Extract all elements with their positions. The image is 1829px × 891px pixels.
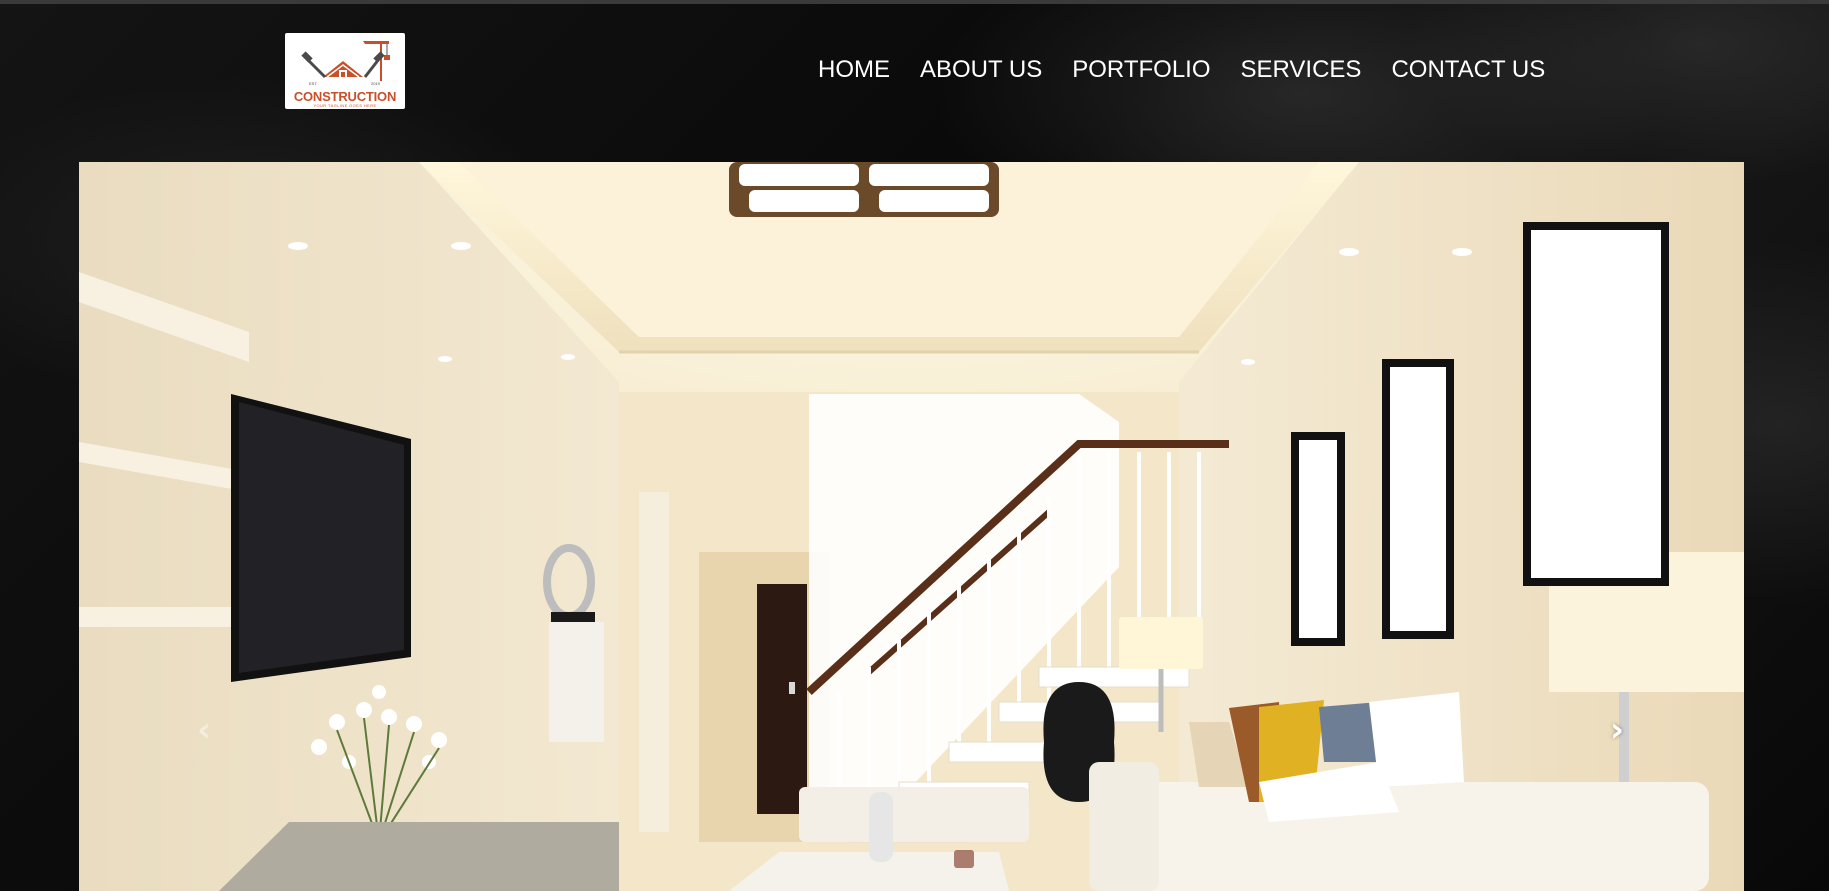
carousel-next-button[interactable]: › xyxy=(1597,702,1637,758)
site-header: EST. 2019 CONSTRUCTION YOUR TAGLINE GOES… xyxy=(0,4,1829,162)
hero-carousel: ‹ › xyxy=(79,162,1744,891)
nav-home[interactable]: HOME xyxy=(818,55,890,85)
logo-tagline: YOUR TAGLINE GOES HERE xyxy=(313,103,377,108)
logo-name: CONSTRUCTION xyxy=(293,89,397,104)
chevron-right-icon: › xyxy=(1609,710,1624,750)
nav-contact-us[interactable]: CONTACT US xyxy=(1391,55,1545,85)
nav-about-us[interactable]: ABOUT US xyxy=(920,55,1042,85)
chevron-left-icon: ‹ xyxy=(196,710,211,750)
nav-services[interactable]: SERVICES xyxy=(1241,55,1362,85)
carousel-prev-button[interactable]: ‹ xyxy=(184,702,224,758)
svg-text:EST.: EST. xyxy=(309,81,317,86)
living-room-interior-image xyxy=(79,162,1744,891)
site-logo[interactable]: EST. 2019 CONSTRUCTION YOUR TAGLINE GOES… xyxy=(285,33,405,109)
main-navigation: HOME ABOUT US PORTFOLIO SERVICES CONTACT… xyxy=(818,55,1545,85)
svg-text:2019: 2019 xyxy=(371,81,381,86)
nav-portfolio[interactable]: PORTFOLIO xyxy=(1072,55,1210,85)
